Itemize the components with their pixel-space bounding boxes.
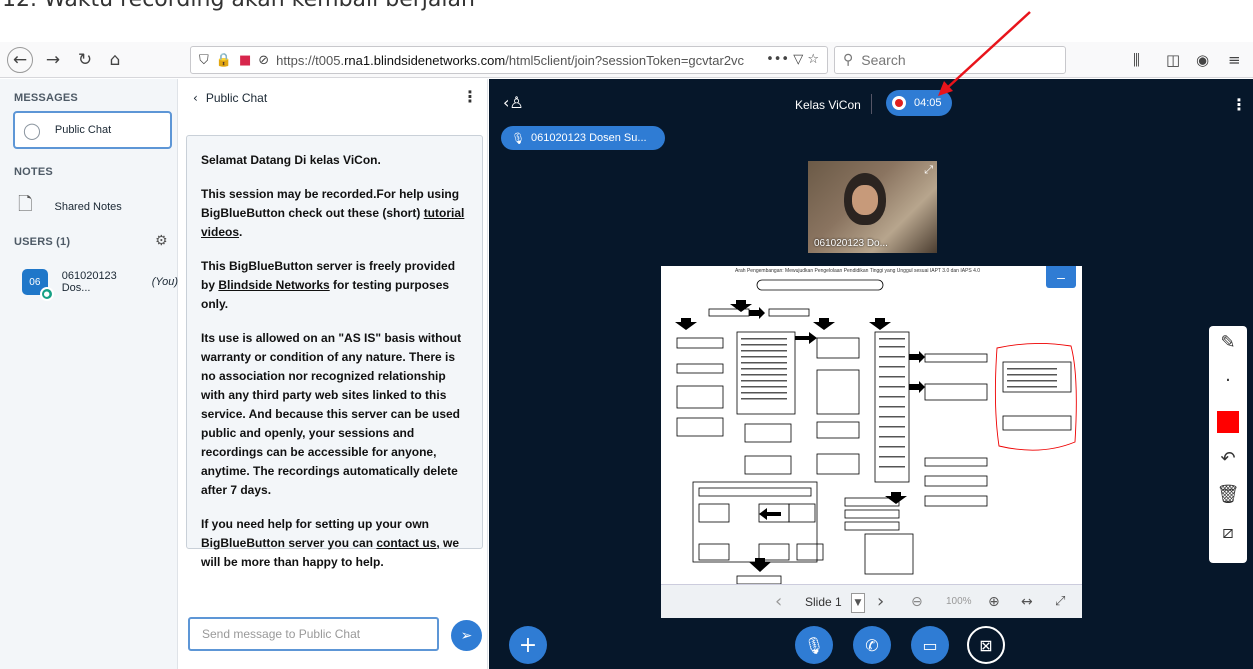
welcome-para-2: This BigBlueButton server is freely prov… xyxy=(201,257,470,314)
welcome-message: Selamat Datang Di kelas ViCon. This sess… xyxy=(186,135,483,569)
shared-notes-label: Shared Notes xyxy=(54,201,122,213)
microphone-button[interactable]: 🎙 xyxy=(795,626,833,664)
recording-time: 04:05 xyxy=(914,97,942,109)
presentation-slide[interactable]: Arah Pengembangan: Mewujudkan Pengelolaa… xyxy=(661,266,1082,618)
slide-diagram xyxy=(675,279,1077,585)
browser-toolbar: ← → ↻ ⌂ ⛉ 🔒 ■ ⊘ https://t005. rna1.blinds… xyxy=(0,42,1253,78)
reload-icon[interactable]: ↻ xyxy=(72,47,98,73)
welcome-title: Selamat Datang Di kelas ViCon. xyxy=(201,153,381,167)
next-slide-icon[interactable]: › xyxy=(877,591,884,612)
account-icon[interactable]: ◉ xyxy=(1196,51,1209,69)
webcam-face xyxy=(852,185,878,215)
url-host: rna1.blindsidenetworks.com xyxy=(344,52,506,68)
shield-icon[interactable]: ⛉ xyxy=(199,53,209,68)
webcam-label: 061020123 Do... xyxy=(814,238,888,249)
screen-share-button[interactable]: ⊠ xyxy=(967,626,1005,664)
multi-user-whiteboard-icon[interactable]: ⧄ xyxy=(1209,522,1247,543)
minimize-presentation-button[interactable]: – xyxy=(1046,266,1076,288)
avatar-initials: 06 xyxy=(29,276,41,288)
search-icon: ⚲ xyxy=(843,52,854,68)
whiteboard-toolbar: ✎ · ↶ 🗑 ⧄ xyxy=(1209,326,1247,563)
chat-panel: ‹ Public Chat ⋮ Selamat Datang Di kelas V… xyxy=(179,79,488,669)
chat-header-title: Public Chat xyxy=(205,91,268,105)
zoom-in-icon[interactable]: ⊕ xyxy=(988,594,1000,610)
url-actions[interactable]: ••• ▽ ☆ xyxy=(760,52,819,67)
options-menu-icon[interactable]: ⋮ xyxy=(1231,95,1247,114)
para1-end: . xyxy=(239,225,243,239)
avatar: 06 ● xyxy=(22,269,54,301)
contact-us-link[interactable]: contact us xyxy=(376,536,436,550)
welcome-para-3: Its use is allowed on an "AS IS" basis w… xyxy=(201,331,462,497)
url-bar[interactable]: ⛉ 🔒 ■ ⊘ https://t005. rna1.blindsidenetwo… xyxy=(190,46,828,74)
toggle-userlist-icon[interactable]: ‹♙ xyxy=(503,93,524,112)
pencil-icon[interactable]: ✎ xyxy=(1209,332,1247,353)
slide-selector[interactable]: Slide 1 xyxy=(805,595,842,609)
previous-slide-icon[interactable]: ‹ xyxy=(775,591,782,612)
slide-dropdown-icon[interactable]: ▼ xyxy=(851,593,865,613)
lock-icon[interactable]: 🔒 xyxy=(216,53,232,68)
color-picker-button[interactable] xyxy=(1217,411,1239,433)
zoom-out-icon[interactable]: ⊖ xyxy=(911,594,923,610)
search-placeholder: Search xyxy=(861,52,906,68)
phone-button[interactable]: ✆ xyxy=(853,626,891,664)
para1-text: This session may be recorded.For help us… xyxy=(201,187,460,220)
fit-width-icon[interactable]: ↔ xyxy=(1021,594,1033,610)
meeting-title: Kelas ViCon xyxy=(795,98,861,112)
presentation-toolbar: ‹ Slide 1 ▼ › ⊖ 100% ⊕ ↔ ⤢ xyxy=(661,584,1082,618)
record-icon xyxy=(892,96,906,110)
talker-name: 061020123 Dosen Su... xyxy=(530,132,647,144)
user-list-panel: MESSAGES ◯ Public Chat NOTES 🗋 Shared No… xyxy=(0,79,178,669)
library-icon[interactable]: ⫼ xyxy=(1133,51,1140,69)
url-path: /html5client/join?sessionToken=gcvtar2vc xyxy=(505,52,745,68)
undo-icon[interactable]: ↶ xyxy=(1209,448,1247,469)
you-label: (You) xyxy=(151,276,178,288)
mic-blocked-icon[interactable]: ⊘ xyxy=(258,53,269,68)
shared-notes-item[interactable]: 🗋 Shared Notes xyxy=(18,192,122,222)
gear-icon[interactable]: ⚙ xyxy=(155,233,168,249)
messages-title: MESSAGES xyxy=(14,92,78,104)
sidebar-icon[interactable]: ◫ xyxy=(1166,51,1180,69)
home-icon[interactable]: ⌂ xyxy=(102,47,128,73)
public-chat-label: Public Chat xyxy=(54,124,112,136)
notes-title: NOTES xyxy=(14,166,53,178)
users-title: USERS (1) xyxy=(14,236,71,248)
chat-input-placeholder: Send message to Public Chat xyxy=(202,627,361,641)
chat-bubble-icon: ◯ xyxy=(23,120,41,140)
recording-indicator[interactable]: 04:05 xyxy=(886,90,952,116)
fullscreen-icon[interactable]: ⤢ xyxy=(1055,594,1065,609)
presentation-area: ‹♙ Kelas ViCon 04:05 ⋮ 🎙 061020123 Dosen… xyxy=(489,79,1253,669)
header-separator xyxy=(871,94,872,114)
microphone-icon: 🎙 xyxy=(511,131,525,145)
trash-icon[interactable]: 🗑 xyxy=(1209,484,1247,505)
video-camera-button[interactable]: ▭ xyxy=(911,626,949,664)
fullscreen-icon[interactable]: ⤢ xyxy=(924,163,933,177)
thickness-icon[interactable]: · xyxy=(1209,370,1247,391)
url-prefix: https://t005. xyxy=(276,52,345,68)
menu-icon[interactable]: ≡ xyxy=(1228,51,1241,69)
welcome-para-1: This session may be recorded.For help us… xyxy=(201,185,470,242)
chat-message-input[interactable]: Send message to Public Chat xyxy=(188,617,439,651)
forward-icon[interactable]: → xyxy=(40,47,66,73)
talking-indicator[interactable]: 🎙 061020123 Dosen Su... xyxy=(501,126,665,150)
user-list-item[interactable]: 06 ● 061020123 Dos... (You) xyxy=(22,267,178,301)
search-input[interactable]: ⚲ Search xyxy=(834,46,1066,74)
chat-header[interactable]: ‹ Public Chat xyxy=(193,91,267,105)
webcam-video[interactable]: ⤢ 061020123 Do... xyxy=(808,161,937,253)
zoom-level: 100% xyxy=(946,596,972,607)
camera-permission-icon[interactable]: ■ xyxy=(239,53,251,68)
microphone-icon: ● xyxy=(39,287,54,301)
user-name: 061020123 Dos... xyxy=(61,270,117,294)
document-icon: 🗋 xyxy=(18,194,33,215)
welcome-para-4: If you need help for setting up your own… xyxy=(201,515,470,572)
actions-plus-button[interactable]: + xyxy=(509,626,547,664)
send-message-button[interactable]: ➢ xyxy=(451,620,482,651)
public-chat-item[interactable]: ◯ Public Chat xyxy=(13,111,172,149)
chat-options-icon[interactable]: ⋮ xyxy=(462,87,478,106)
blindside-networks-link[interactable]: Blindside Networks xyxy=(218,278,329,292)
back-icon[interactable]: ← xyxy=(7,47,33,73)
chevron-left-icon[interactable]: ‹ xyxy=(193,91,198,105)
caption-text: 12. Waktu recording akan kembali berjala… xyxy=(0,0,1253,32)
